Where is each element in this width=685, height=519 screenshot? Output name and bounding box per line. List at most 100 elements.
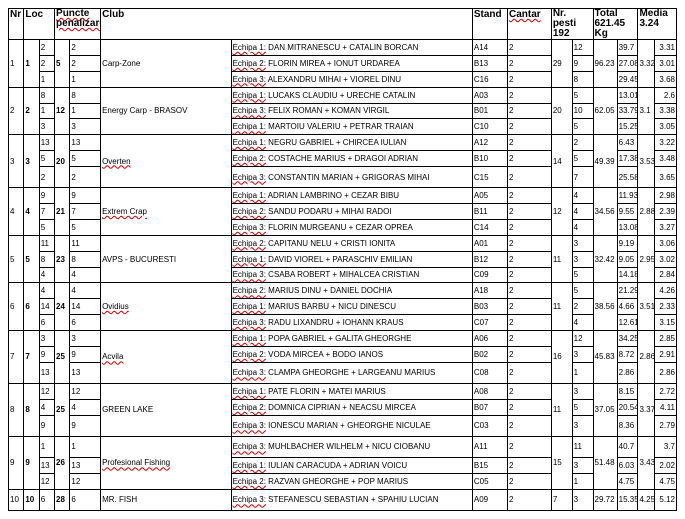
team-label: Echipa 2: <box>232 476 266 486</box>
team-media: 3.68 <box>653 70 678 88</box>
team-stand: B02 <box>471 345 508 363</box>
team-fish-count: 12 <box>571 39 594 56</box>
team-fish-count: 5 <box>571 282 594 300</box>
club-nr: 7 <box>7 330 25 384</box>
team-names: RADU LIXANDRU + IOHANN KRAUS <box>268 318 404 328</box>
team-stand: A09 <box>471 488 508 512</box>
club-total: 34.56 <box>592 187 618 236</box>
table-row: 10 10 6 28 6 MR. FISH Echipa 3: STEFANESCU SEB… <box>7 488 678 512</box>
team-penalty-b: 4 <box>69 398 102 416</box>
team-penalty: 7 <box>38 203 56 220</box>
team-fish-count: 3 <box>571 382 594 400</box>
team-kg: 13.08 <box>616 218 639 236</box>
club-points: 26 <box>54 435 71 490</box>
team-names: IULIAN CARACUDA + ADRIAN VOICU <box>268 460 408 470</box>
team-names: NEGRU GABRIEL + CHIRCEA IULIAN <box>268 138 407 148</box>
team-members: Echipa 2: RAZVAN GHEORGHE + POP MARIUS <box>230 472 473 490</box>
team-media: 3.48 <box>653 150 678 167</box>
team-penalty: 13 <box>38 457 56 474</box>
team-cantar: 2 <box>506 70 552 88</box>
team-stand: A11 <box>471 435 508 459</box>
team-cantar: 2 <box>506 314 552 332</box>
club-name: Extrem Crap <box>100 187 232 236</box>
team-stand: C08 <box>471 361 508 384</box>
team-stand: A18 <box>471 282 508 300</box>
header-row: Nr Loc Puncte penalizare Club Stand Cant… <box>7 8 677 40</box>
team-penalty: 12 <box>38 472 56 490</box>
club-points: 12 <box>54 86 71 136</box>
club-loc: 7 <box>23 330 40 384</box>
table-row: 5 5 11 23 11 AVPS - BUCURESTI Echipa 2: CAPITA… <box>7 234 678 284</box>
team-penalty-b: 13 <box>69 134 102 152</box>
team-kg: 27.08 <box>616 54 639 72</box>
team-penalty-b: 14 <box>69 298 102 316</box>
team-label: Echipa 3: <box>232 442 266 452</box>
team-penalty-b: 4 <box>69 266 102 284</box>
team-stand: C16 <box>471 70 508 88</box>
team-members: Echipa 1: MARIUS BARBU + NICU DINESCU <box>230 298 473 316</box>
team-kg: 34.25 <box>616 330 639 347</box>
team-kg: 9.05 <box>616 250 639 268</box>
club-nr: 9 <box>7 435 25 490</box>
team-kg: 17.38 <box>616 150 639 167</box>
club-nr: 3 <box>7 134 25 189</box>
team-stand: C10 <box>471 118 508 136</box>
team-media: 2.72 <box>653 382 678 400</box>
team-names: IONESCU MARIAN + GHEORGHE NICULAE <box>268 421 431 431</box>
club-media: 3.32 <box>637 39 655 88</box>
club-points: 23 <box>54 234 71 284</box>
team-label: Echipa 1: <box>232 254 266 264</box>
club-fish-count: 29 <box>550 39 573 88</box>
team-fish-count: 3 <box>571 345 594 363</box>
team-penalty-b: 9 <box>69 345 102 363</box>
team-penalty: 1 <box>38 70 56 88</box>
team-penalty-b: 2 <box>69 54 102 72</box>
team-penalty-b: 6 <box>69 314 102 332</box>
team-penalty: 9 <box>38 187 56 205</box>
table-row: 4 4 9 21 9 Extrem Crap Echipa 1: ADRIAN LAMBRI… <box>7 187 678 236</box>
team-penalty-b: 2 <box>69 39 102 56</box>
club-points: 5 <box>54 39 71 88</box>
team-penalty-b: 1 <box>69 70 102 88</box>
club-total: 29.72 <box>592 488 618 512</box>
team-media: 3.7 <box>653 435 678 459</box>
team-names: FLORIN MURGEANU + CEZAR OPREA <box>268 222 413 232</box>
team-cantar: 2 <box>506 165 552 189</box>
team-kg: 15.25 <box>616 118 639 136</box>
team-fish-count: 5 <box>571 150 594 167</box>
team-members: Echipa 3: FELIX ROMAN + KOMAN VIRGIL <box>230 102 473 120</box>
team-cantar: 2 <box>506 266 552 284</box>
table-row: 2 2 8 12 8 Energy Carp - BRASOV Echipa 1: LUCA… <box>7 86 678 136</box>
team-penalty: 4 <box>38 398 56 416</box>
team-stand: B10 <box>471 150 508 167</box>
club-total: 62.05 <box>592 86 618 136</box>
team-kg: 21.29 <box>616 282 639 300</box>
team-cantar: 2 <box>506 86 552 104</box>
team-stand: C14 <box>471 218 508 236</box>
club-name: GREEN LAKE <box>100 382 232 437</box>
team-cantar: 2 <box>506 54 552 72</box>
team-members: Echipa 3: CSABA ROBERT + MIHALCEA CRISTI… <box>230 266 473 284</box>
team-penalty-b: 3 <box>69 118 102 136</box>
team-fish-count: 5 <box>571 266 594 284</box>
team-names: LUCAKS CLAUDIU + URECHE CATALIN <box>268 90 416 100</box>
team-label: Echipa 1: <box>232 386 266 396</box>
team-stand: A05 <box>471 187 508 205</box>
team-names: DAN MITRANESCU + CATALIN BORCAN <box>268 42 419 52</box>
team-media: 2.33 <box>653 298 678 316</box>
team-penalty: 11 <box>38 234 56 252</box>
header-media: Media 3.24 <box>637 8 677 40</box>
team-stand: B12 <box>471 250 508 268</box>
team-stand: A03 <box>471 86 508 104</box>
team-label: Echipa 3: <box>232 106 266 116</box>
team-media: 3.27 <box>653 218 678 236</box>
team-members: Echipa 1: DAVID VIOREL + PARASCHIV EMILI… <box>230 250 473 268</box>
club-total: 37.05 <box>592 382 618 437</box>
club-nr: 5 <box>7 234 25 284</box>
team-penalty: 12 <box>38 382 56 400</box>
team-media: 2.02 <box>653 457 678 474</box>
club-total: 38.56 <box>592 282 618 332</box>
team-members: Echipa 1: IULIAN CARACUDA + ADRIAN VOICU <box>230 457 473 474</box>
team-penalty-b: 7 <box>69 203 102 220</box>
team-penalty: 2 <box>38 39 56 56</box>
